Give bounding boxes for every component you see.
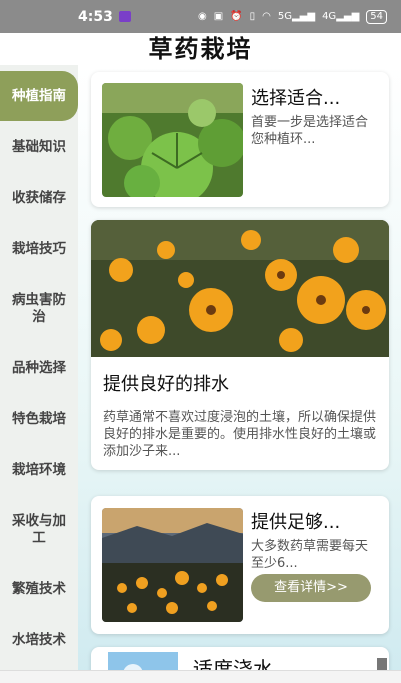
- view-details-button[interactable]: 查看详情>>: [251, 574, 371, 602]
- sidebar-item-harvest-processing[interactable]: 采收与加工: [0, 513, 78, 547]
- card-title: 提供良好的排水: [103, 374, 229, 395]
- sidebar-item-basics[interactable]: 基础知识: [0, 139, 78, 156]
- sidebar-item-variety-selection[interactable]: 品种选择: [0, 360, 78, 377]
- clock: 4:53: [78, 8, 113, 25]
- alarm-icon: ⏰: [230, 11, 243, 22]
- sidebar-item-harvest-storage[interactable]: 收获储存: [0, 190, 78, 207]
- wifi-icon: ◠: [262, 11, 271, 22]
- flower-field-image: [91, 220, 389, 357]
- signal-4g-icon: 4G▂▄▆: [322, 11, 360, 22]
- nfc-icon: ▣: [213, 11, 224, 22]
- app-notification-icon: [118, 11, 131, 22]
- sidebar-item-special-cultivation[interactable]: 特色栽培: [0, 411, 78, 428]
- herb-leaves-image: [102, 83, 243, 197]
- sidebar-item-planting-guide[interactable]: 种植指南: [0, 71, 78, 121]
- content-list[interactable]: 选择适合... 首要一步是选择适合您种植环... 提供良好的排水 药草通常不喜欢…: [78, 65, 401, 683]
- sidebar-item-hydroponics[interactable]: 水培技术: [0, 632, 78, 649]
- app-header: 草药栽培: [0, 33, 401, 65]
- sidebar-item-pest-control[interactable]: 病虫害防治: [0, 292, 78, 326]
- page-title: 草药栽培: [148, 35, 253, 63]
- card-title: 提供足够...: [251, 512, 341, 533]
- list-item[interactable]: 选择适合... 首要一步是选择适合您种植环...: [91, 72, 389, 207]
- sunflower-mountain-image: [102, 508, 243, 622]
- card-title: 选择适合...: [251, 88, 341, 109]
- sidebar-item-propagation[interactable]: 繁殖技术: [0, 581, 78, 598]
- card-description: 首要一步是选择适合您种植环...: [251, 115, 369, 147]
- category-sidebar: 种植指南 基础知识 收获储存 栽培技巧 病虫害防治 品种选择 特色栽培 栽培环境…: [0, 65, 78, 683]
- bottom-navigation: [0, 670, 401, 683]
- sidebar-item-environment[interactable]: 栽培环境: [0, 462, 78, 479]
- sidebar-item-cultivation-tips[interactable]: 栽培技巧: [0, 241, 78, 258]
- vibrate-icon: ▯: [249, 11, 256, 22]
- card-description: 大多数药草需要每天至少6...: [251, 539, 369, 571]
- battery-icon: 54: [366, 9, 387, 24]
- list-item[interactable]: 提供良好的排水 药草通常不喜欢过度浸泡的土壤，所以确保提供良好的排水是重要的。使…: [91, 220, 389, 470]
- list-item[interactable]: 提供足够... 大多数药草需要每天至少6... 查看详情>>: [91, 496, 389, 634]
- card-description: 药草通常不喜欢过度浸泡的土壤，所以确保提供良好的排水是重要的。使用排水性良好的土…: [103, 410, 377, 459]
- eye-icon: ◉: [197, 11, 207, 22]
- status-icons: ◉ ▣ ⏰ ▯ ◠ 5G▂▄▆ 4G▂▄▆ 54: [197, 9, 387, 24]
- signal-5g-icon: 5G▂▄▆: [277, 11, 316, 22]
